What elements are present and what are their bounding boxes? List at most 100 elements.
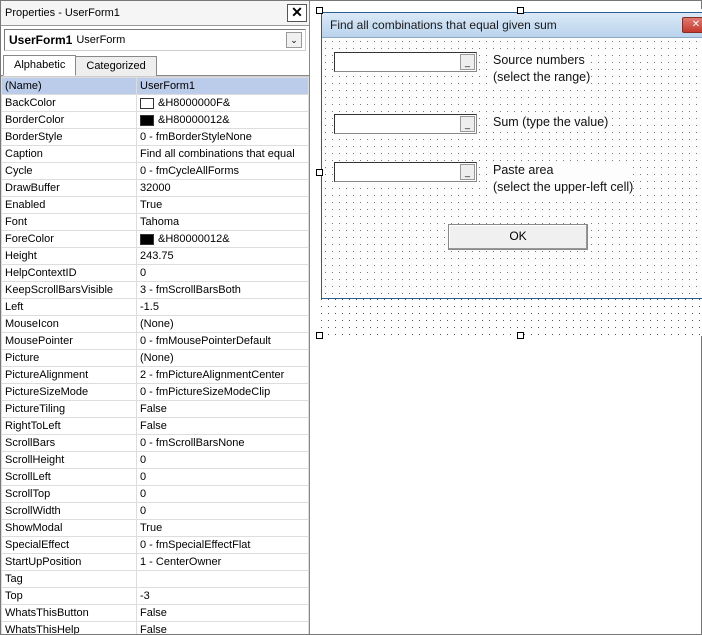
property-value[interactable]: 32000 [137, 180, 309, 197]
property-row[interactable]: FontTahoma [2, 214, 309, 231]
property-value[interactable]: 2 - fmPictureAlignmentCenter [137, 367, 309, 384]
property-row[interactable]: BorderColor&H80000012& [2, 112, 309, 129]
property-row[interactable]: BorderStyle0 - fmBorderStyleNone [2, 129, 309, 146]
property-row[interactable]: MouseIcon(None) [2, 316, 309, 333]
property-value[interactable]: 0 - fmSpecialEffectFlat [137, 537, 309, 554]
property-value[interactable]: False [137, 418, 309, 435]
properties-close-button[interactable]: ✕ [287, 4, 307, 22]
property-row[interactable]: ScrollLeft0 [2, 469, 309, 486]
property-row[interactable]: MousePointer0 - fmMousePointerDefault [2, 333, 309, 350]
property-value[interactable]: 0 - fmMousePointerDefault [137, 333, 309, 350]
property-value[interactable]: 0 - fmScrollBarsNone [137, 435, 309, 452]
property-value[interactable]: Find all combinations that equal [137, 146, 309, 163]
property-value[interactable]: 0 - fmCycleAllForms [137, 163, 309, 180]
property-name: HelpContextID [2, 265, 137, 282]
refedit-button-icon[interactable]: _ [460, 54, 475, 70]
property-row[interactable]: HelpContextID0 [2, 265, 309, 282]
property-value[interactable]: &H8000000F& [137, 95, 309, 112]
property-value[interactable]: 0 - fmBorderStyleNone [137, 129, 309, 146]
userform-titlebar[interactable]: Find all combinations that equal given s… [322, 13, 702, 38]
property-name: Top [2, 588, 137, 605]
property-row[interactable]: Left-1.5 [2, 299, 309, 316]
property-value[interactable]: &H80000012& [137, 112, 309, 129]
property-value[interactable]: (None) [137, 350, 309, 367]
userform-close-button[interactable]: ✕ [682, 17, 702, 33]
property-row[interactable]: ScrollBars0 - fmScrollBarsNone [2, 435, 309, 452]
tab-categorized[interactable]: Categorized [75, 56, 156, 76]
property-value[interactable]: 0 - fmPictureSizeModeClip [137, 384, 309, 401]
property-row[interactable]: (Name)UserForm1 [2, 78, 309, 95]
chevron-down-icon[interactable]: ⌄ [286, 32, 302, 48]
property-value[interactable]: 0 [137, 265, 309, 282]
property-row[interactable]: DrawBuffer32000 [2, 180, 309, 197]
property-row[interactable]: WhatsThisHelpFalse [2, 622, 309, 635]
resize-handle[interactable] [316, 7, 323, 14]
property-value-text: (None) [140, 318, 174, 330]
property-row[interactable]: Cycle0 - fmCycleAllForms [2, 163, 309, 180]
property-row[interactable]: ShowModalTrue [2, 520, 309, 537]
property-row[interactable]: PictureSizeMode0 - fmPictureSizeModeClip [2, 384, 309, 401]
design-surface[interactable]: Find all combinations that equal given s… [310, 1, 701, 634]
resize-handle[interactable] [517, 7, 524, 14]
property-name: DrawBuffer [2, 180, 137, 197]
ok-button[interactable]: OK [448, 224, 588, 250]
refedit-button-icon[interactable]: _ [460, 164, 475, 180]
property-value[interactable]: Tahoma [137, 214, 309, 231]
property-row[interactable]: Top-3 [2, 588, 309, 605]
properties-grid[interactable]: (Name)UserForm1BackColor&H8000000F&Borde… [1, 76, 309, 634]
property-row[interactable]: Height243.75 [2, 248, 309, 265]
property-row[interactable]: Picture(None) [2, 350, 309, 367]
property-row[interactable]: ScrollTop0 [2, 486, 309, 503]
property-row[interactable]: SpecialEffect0 - fmSpecialEffectFlat [2, 537, 309, 554]
property-name: SpecialEffect [2, 537, 137, 554]
refedit-paste[interactable]: _ [334, 162, 477, 182]
property-row[interactable]: Tag [2, 571, 309, 588]
property-value[interactable]: 0 [137, 469, 309, 486]
properties-panel: Properties - UserForm1 ✕ UserForm1 UserF… [1, 1, 310, 634]
property-value[interactable]: 243.75 [137, 248, 309, 265]
property-row[interactable]: WhatsThisButtonFalse [2, 605, 309, 622]
property-value[interactable]: -1.5 [137, 299, 309, 316]
property-value[interactable]: False [137, 622, 309, 635]
property-row[interactable]: BackColor&H8000000F& [2, 95, 309, 112]
property-value[interactable]: 0 [137, 486, 309, 503]
property-row[interactable]: KeepScrollBarsVisible3 - fmScrollBarsBot… [2, 282, 309, 299]
property-row[interactable]: EnabledTrue [2, 197, 309, 214]
property-row[interactable]: ScrollHeight0 [2, 452, 309, 469]
property-row[interactable]: CaptionFind all combinations that equal [2, 146, 309, 163]
property-value[interactable]: (None) [137, 316, 309, 333]
refedit-source[interactable]: _ [334, 52, 477, 72]
object-selector[interactable]: UserForm1 UserForm ⌄ [4, 29, 306, 51]
property-value-text: 2 - fmPictureAlignmentCenter [140, 369, 284, 381]
property-value-text: 0 - fmPictureSizeModeClip [140, 386, 270, 398]
property-value[interactable]: False [137, 401, 309, 418]
property-row[interactable]: StartUpPosition1 - CenterOwner [2, 554, 309, 571]
property-value[interactable]: True [137, 197, 309, 214]
property-row[interactable]: ScrollWidth0 [2, 503, 309, 520]
property-row[interactable]: RightToLeftFalse [2, 418, 309, 435]
resize-handle[interactable] [316, 332, 323, 339]
property-value[interactable]: -3 [137, 588, 309, 605]
property-row[interactable]: PictureAlignment2 - fmPictureAlignmentCe… [2, 367, 309, 384]
tab-alphabetic[interactable]: Alphabetic [3, 55, 76, 76]
property-value-text: 32000 [140, 182, 171, 194]
resize-handle[interactable] [316, 169, 323, 176]
property-value[interactable]: 3 - fmScrollBarsBoth [137, 282, 309, 299]
property-value-text: UserForm1 [140, 80, 195, 92]
property-value[interactable]: UserForm1 [137, 78, 309, 95]
property-value[interactable]: False [137, 605, 309, 622]
userform-preview[interactable]: Find all combinations that equal given s… [321, 12, 702, 299]
property-name: Left [2, 299, 137, 316]
property-value[interactable]: True [137, 520, 309, 537]
refedit-sum[interactable]: _ [334, 114, 477, 134]
property-value[interactable] [137, 571, 309, 588]
property-row[interactable]: ForeColor&H80000012& [2, 231, 309, 248]
refedit-button-icon[interactable]: _ [460, 116, 475, 132]
property-value[interactable]: 1 - CenterOwner [137, 554, 309, 571]
property-value[interactable]: 0 [137, 503, 309, 520]
resize-handle[interactable] [517, 332, 524, 339]
property-value[interactable]: 0 [137, 452, 309, 469]
property-row[interactable]: PictureTilingFalse [2, 401, 309, 418]
property-value[interactable]: &H80000012& [137, 231, 309, 248]
property-name: ScrollHeight [2, 452, 137, 469]
